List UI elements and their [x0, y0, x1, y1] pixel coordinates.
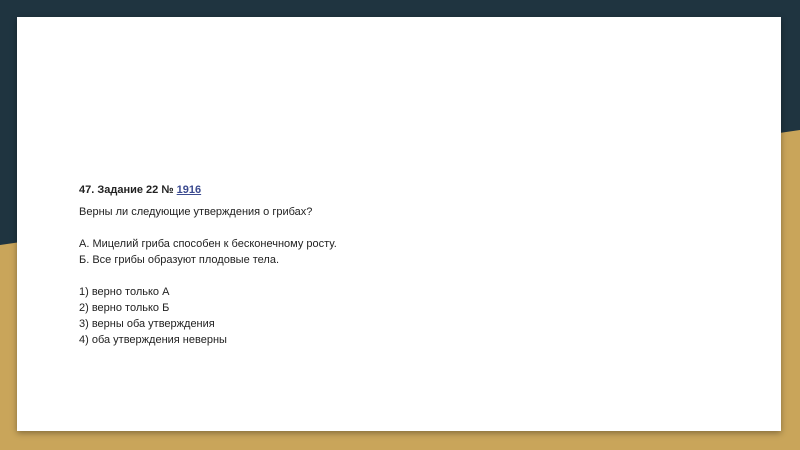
slide-page: { "task": { "title_prefix": "47. Задание… [0, 0, 800, 450]
statement-a: А. Мицелий гриба способен к бесконечному… [79, 238, 337, 250]
answer-option-3: 3) верны оба утверждения [79, 318, 215, 330]
slide-card: 47. Задание 22 № 1916 Верны ли следующие… [17, 17, 781, 431]
task-question: Верны ли следующие утверждения о грибах? [79, 206, 313, 218]
task-title: 47. Задание 22 № 1916 [79, 182, 739, 198]
task-content: 47. Задание 22 № 1916 Верны ли следующие… [79, 182, 739, 348]
answer-option-1: 1) верно только А [79, 286, 170, 298]
task-number-link[interactable]: 1916 [177, 184, 201, 196]
answer-option-2: 2) верно только Б [79, 302, 170, 314]
statement-b: Б. Все грибы образуют плодовые тела. [79, 254, 280, 266]
answer-option-4: 4) оба утверждения неверны [79, 334, 227, 346]
task-title-prefix: 47. Задание 22 № [79, 184, 174, 196]
